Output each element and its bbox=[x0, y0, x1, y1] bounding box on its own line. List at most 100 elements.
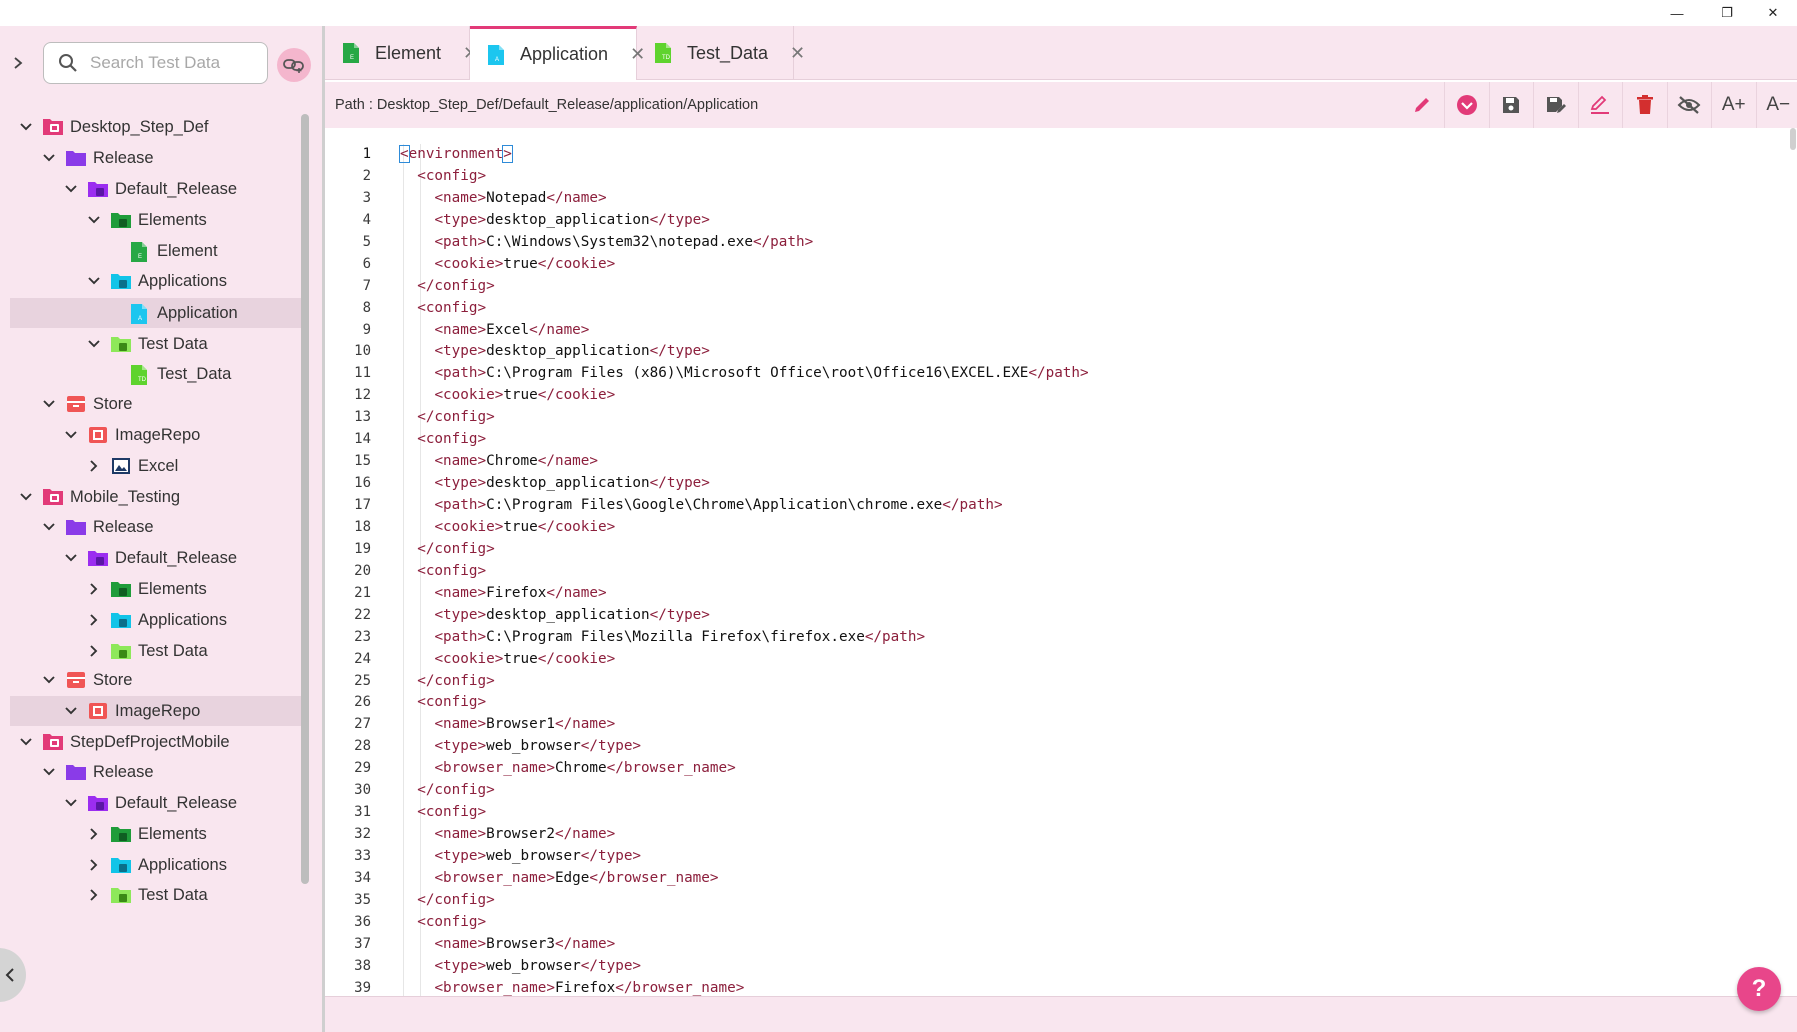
chevron-down-icon[interactable] bbox=[18, 119, 34, 135]
code-line[interactable]: <cookie>true</cookie> bbox=[400, 385, 1089, 407]
chevron-right-icon[interactable] bbox=[86, 826, 102, 842]
tree-item[interactable]: Release bbox=[10, 757, 302, 787]
chevron-down-icon[interactable] bbox=[41, 150, 57, 166]
check-button[interactable] bbox=[1444, 82, 1489, 128]
tree-item[interactable]: Release bbox=[10, 143, 302, 173]
help-button[interactable]: ? bbox=[1737, 967, 1781, 1011]
tree-item[interactable]: Applications bbox=[10, 605, 302, 635]
code-line[interactable]: </config> bbox=[400, 890, 1089, 912]
tree-item[interactable]: Desktop_Step_Def bbox=[10, 112, 302, 142]
code-line[interactable]: <config> bbox=[400, 692, 1089, 714]
tree-item[interactable]: Elements bbox=[10, 819, 302, 849]
code-line[interactable]: <name>Firefox</name> bbox=[400, 583, 1089, 605]
tree-item[interactable]: Elements bbox=[10, 205, 302, 235]
tree-item[interactable]: Mobile_Testing bbox=[10, 482, 302, 512]
tab-test-data[interactable]: TD Test_Data ✕ bbox=[637, 26, 805, 80]
chevron-down-icon[interactable] bbox=[41, 672, 57, 688]
code-line[interactable]: <cookie>true</cookie> bbox=[400, 517, 1089, 539]
tree-item[interactable]: Applications bbox=[10, 850, 302, 880]
code-line[interactable]: <type>desktop_application</type> bbox=[400, 473, 1089, 495]
search-input[interactable] bbox=[90, 53, 250, 73]
tree-item[interactable]: Excel bbox=[10, 451, 302, 481]
tab-element[interactable]: EElement✕ bbox=[325, 26, 478, 80]
tree-item[interactable]: Default_Release bbox=[10, 174, 302, 204]
chevron-right-icon[interactable] bbox=[86, 887, 102, 903]
chevron-right-icon[interactable] bbox=[86, 458, 102, 474]
chevron-down-icon[interactable] bbox=[63, 181, 79, 197]
delete-button[interactable] bbox=[1622, 82, 1667, 128]
code-line[interactable]: <type>desktop_application</type> bbox=[400, 605, 1089, 627]
font-decrease-button[interactable]: A− bbox=[1755, 82, 1797, 128]
code-line[interactable]: <name>Chrome</name> bbox=[400, 451, 1089, 473]
tree-item[interactable]: Test Data bbox=[10, 880, 302, 910]
tree-item[interactable]: Test Data bbox=[10, 636, 302, 666]
code-line[interactable]: <name>Notepad</name> bbox=[400, 188, 1089, 210]
restore-button[interactable]: ❐ bbox=[1704, 2, 1750, 24]
code-line[interactable]: <browser_name>Edge</browser_name> bbox=[400, 868, 1089, 890]
code-line[interactable]: <path>C:\Program Files\Google\Chrome\App… bbox=[400, 495, 1089, 517]
sidebar-expand-button[interactable] bbox=[12, 54, 24, 75]
code-line[interactable]: <path>C:\Program Files\Mozilla Firefox\f… bbox=[400, 627, 1089, 649]
chevron-down-icon[interactable] bbox=[18, 734, 34, 750]
tree-item[interactable]: Release bbox=[10, 512, 302, 542]
code-line[interactable]: <config> bbox=[400, 429, 1089, 451]
hide-button[interactable] bbox=[1666, 82, 1712, 128]
code-line[interactable]: <type>desktop_application</type> bbox=[400, 341, 1089, 363]
code-line[interactable]: <config> bbox=[400, 561, 1089, 583]
close-icon[interactable]: ✕ bbox=[790, 43, 805, 64]
code-line[interactable]: <config> bbox=[400, 912, 1089, 934]
editor-scrollbar[interactable] bbox=[1790, 128, 1796, 150]
code-line[interactable]: <name>Browser3</name> bbox=[400, 934, 1089, 956]
chevron-down-icon[interactable] bbox=[86, 273, 102, 289]
close-window-button[interactable]: ✕ bbox=[1750, 2, 1796, 24]
edit-button[interactable] bbox=[1400, 82, 1445, 128]
save-as-button[interactable] bbox=[1533, 82, 1578, 128]
chevron-down-icon[interactable] bbox=[86, 336, 102, 352]
rename-button[interactable] bbox=[1577, 82, 1623, 128]
font-increase-button[interactable]: A+ bbox=[1711, 82, 1756, 128]
minimize-button[interactable]: — bbox=[1654, 2, 1700, 24]
code-line[interactable]: <path>C:\Program Files (x86)\Microsoft O… bbox=[400, 363, 1088, 385]
chevron-down-icon[interactable] bbox=[41, 764, 57, 780]
code-line[interactable]: <environment> bbox=[399, 144, 1089, 166]
code-line[interactable]: </config> bbox=[400, 539, 1089, 561]
chevron-down-icon[interactable] bbox=[63, 795, 79, 811]
code-line[interactable]: <path>C:\Windows\System32\notepad.exe</p… bbox=[400, 232, 1089, 254]
code-line[interactable]: <cookie>true</cookie> bbox=[400, 649, 1089, 671]
chevron-right-icon[interactable] bbox=[86, 612, 102, 628]
code-line[interactable]: <config> bbox=[400, 298, 1089, 320]
code-content[interactable]: <environment> <config> <name>Notepad</na… bbox=[399, 144, 1089, 1020]
code-line[interactable]: </config> bbox=[400, 671, 1089, 693]
tree-item[interactable]: ImageRepo bbox=[10, 420, 302, 450]
chevron-down-icon[interactable] bbox=[86, 212, 102, 228]
tree-item[interactable]: Store bbox=[10, 389, 302, 419]
code-line[interactable]: <type>web_browser</type> bbox=[400, 846, 1089, 868]
tree-item[interactable]: Applications bbox=[10, 266, 302, 296]
code-line[interactable]: </config> bbox=[400, 407, 1089, 429]
sidebar-scrollbar[interactable] bbox=[301, 114, 309, 884]
chevron-right-icon[interactable] bbox=[86, 581, 102, 597]
code-line[interactable]: </config> bbox=[400, 780, 1089, 802]
code-line[interactable]: <name>Browser2</name> bbox=[400, 824, 1089, 846]
collapse-sidebar-button[interactable] bbox=[0, 948, 26, 1002]
chevron-down-icon[interactable] bbox=[41, 519, 57, 535]
tree-item[interactable]: TD Test_Data bbox=[10, 359, 302, 389]
code-line[interactable]: <config> bbox=[400, 802, 1089, 824]
tree-item[interactable]: Store bbox=[10, 665, 302, 695]
tree-item[interactable]: Default_Release bbox=[10, 543, 302, 573]
chevron-down-icon[interactable] bbox=[63, 703, 79, 719]
chevron-down-icon[interactable] bbox=[41, 396, 57, 412]
tree-item[interactable]: StepDefProjectMobile bbox=[10, 727, 302, 757]
link-button[interactable] bbox=[277, 48, 311, 82]
chevron-right-icon[interactable] bbox=[86, 857, 102, 873]
chevron-down-icon[interactable] bbox=[63, 550, 79, 566]
code-line[interactable]: <type>web_browser</type> bbox=[400, 956, 1089, 978]
tab-application[interactable]: A Application ✕ bbox=[470, 26, 645, 80]
code-editor[interactable]: 1 2 3 4 5 6 7 8 9 10 11 12 13 14 15 16 17 18 19 20 21 22 23 24 2… bbox=[325, 128, 1797, 1020]
chevron-down-icon[interactable] bbox=[18, 489, 34, 505]
code-line[interactable]: <cookie>true</cookie> bbox=[400, 254, 1089, 276]
code-line[interactable]: <browser_name>Chrome</browser_name> bbox=[400, 758, 1089, 780]
tree-item[interactable]: Test Data bbox=[10, 329, 302, 359]
tree-item[interactable]: ImageRepo bbox=[10, 696, 302, 726]
code-line[interactable]: </config> bbox=[400, 276, 1089, 298]
